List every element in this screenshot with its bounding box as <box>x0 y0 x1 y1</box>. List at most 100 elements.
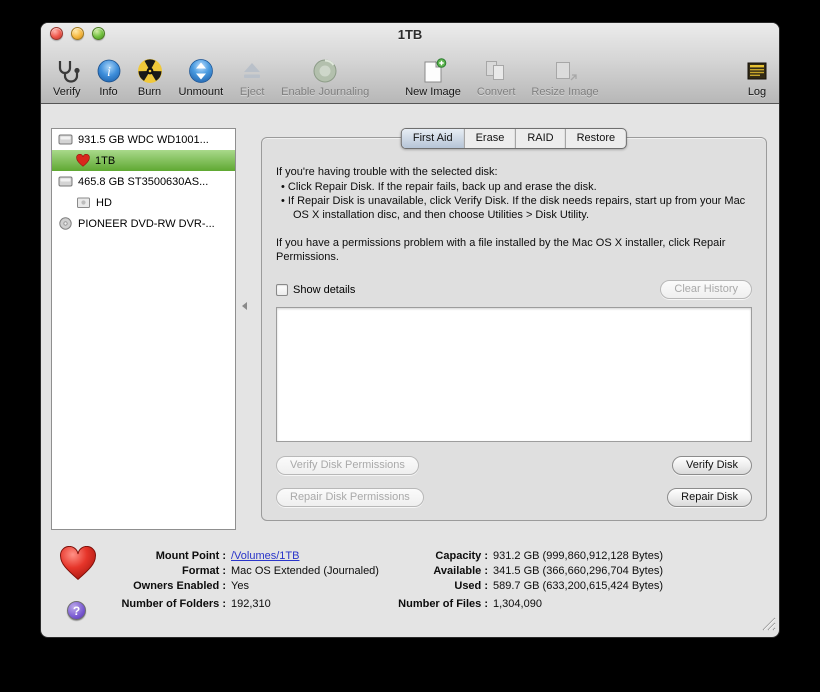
toolbar-label: Convert <box>476 86 516 98</box>
first-aid-bullets: • Click Repair Disk. If the repair fails… <box>281 180 752 222</box>
info-row: Capacity : 931.2 GB (999,860,912,128 Byt… <box>393 549 663 564</box>
resize-image-toolbar-button[interactable]: Resize Image <box>531 57 599 98</box>
info-label: Mount Point : <box>155 550 226 562</box>
enable-journaling-toolbar-button[interactable]: Enable Journaling <box>281 57 369 98</box>
new-image-toolbar-button[interactable]: New Image <box>405 57 461 98</box>
info-label: Format : <box>182 565 226 577</box>
splitter-handle[interactable] <box>242 302 247 310</box>
hard-disk-icon <box>58 175 73 188</box>
toolbar-label: Unmount <box>178 86 224 98</box>
volume-icon <box>76 196 91 209</box>
journaling-icon <box>312 57 338 85</box>
disk-label: 1TB <box>95 154 116 167</box>
volume-heart-icon-large <box>59 545 97 584</box>
info-toolbar-button[interactable]: i Info <box>97 57 121 98</box>
resize-grip[interactable] <box>762 617 776 634</box>
toolbar-label: Resize Image <box>531 86 599 98</box>
main-pane-area: First Aid Erase RAID Restore If you're h… <box>261 128 767 539</box>
toolbar-label: Burn <box>137 86 162 98</box>
resize-image-icon <box>552 57 578 85</box>
permissions-note: If you have a permissions problem with a… <box>276 237 726 263</box>
info-row: Owners Enabled : Yes <box>116 579 379 594</box>
tab-restore[interactable]: Restore <box>564 129 627 148</box>
tab-bar: First Aid Erase RAID Restore <box>400 128 628 149</box>
window-content: 931.5 GB WDC WD1001... 1TB 465.8 GB ST35… <box>41 104 779 539</box>
disk-list-item-wdc[interactable]: 931.5 GB WDC WD1001... <box>52 129 235 150</box>
mount-point-link[interactable]: /Volumes/1TB <box>231 549 299 564</box>
toolbar-label: Enable Journaling <box>281 86 370 98</box>
disk-list-item-pioneer[interactable]: PIONEER DVD-RW DVR-... <box>52 213 235 234</box>
disk-label: HD <box>96 196 112 209</box>
info-label: Used : <box>454 580 488 592</box>
stethoscope-icon <box>54 57 80 85</box>
info-row: Mount Point : /Volumes/1TB <box>116 549 379 564</box>
info-label: Capacity : <box>435 550 488 562</box>
zoom-button[interactable] <box>92 27 105 40</box>
hard-disk-icon <box>58 133 73 146</box>
repair-disk-permissions-button[interactable]: Repair Disk Permissions <box>276 488 424 507</box>
toolbar-label: New Image <box>405 86 461 98</box>
verify-toolbar-button[interactable]: Verify <box>53 57 81 98</box>
first-aid-intro: If you're having trouble with the select… <box>276 166 498 178</box>
disk-utility-window: 1TB Verify i Info Burn Unmount Eject Ena… <box>40 22 780 638</box>
titlebar[interactable]: 1TB <box>41 23 779 45</box>
log-toolbar-button[interactable]: Log <box>745 57 769 98</box>
toolbar-label: Log <box>747 86 767 98</box>
eject-toolbar-button[interactable]: Eject <box>239 57 265 98</box>
burn-toolbar-button[interactable]: Burn <box>137 57 163 98</box>
info-value: 589.7 GB (633,200,615,424 Bytes) <box>493 580 664 592</box>
toolbar-label: Eject <box>239 86 265 98</box>
close-button[interactable] <box>50 27 63 40</box>
verify-disk-permissions-button[interactable]: Verify Disk Permissions <box>276 456 419 475</box>
toolbar: Verify i Info Burn Unmount Eject Enable … <box>41 45 779 103</box>
disk-label: PIONEER DVD-RW DVR-... <box>78 217 215 230</box>
convert-icon <box>483 57 509 85</box>
info-label: Available : <box>433 565 488 577</box>
volume-info-bar: Mount Point : /Volumes/1TB Format : Mac … <box>41 539 779 637</box>
bullet-repair-disk: • Click Repair Disk. If the repair fails… <box>281 181 597 193</box>
info-row: Format : Mac OS Extended (Journaled) <box>116 564 379 579</box>
help-button[interactable]: ? <box>67 601 86 620</box>
convert-toolbar-button[interactable]: Convert <box>476 57 516 98</box>
tab-first-aid[interactable]: First Aid <box>401 129 464 148</box>
disk-list-item-hd[interactable]: HD <box>52 192 235 213</box>
show-details-checkbox[interactable] <box>276 283 288 296</box>
disk-list-item-1tb[interactable]: 1TB <box>52 150 235 171</box>
info-value: 192,310 <box>231 598 271 610</box>
disk-label: 465.8 GB ST3500630AS... <box>78 175 209 188</box>
bullet-verify-disk: • If Repair Disk is unavailable, click V… <box>281 195 746 221</box>
details-row: Show details Clear History <box>276 280 752 299</box>
tab-raid[interactable]: RAID <box>515 129 564 148</box>
info-row: Available : 341.5 GB (366,660,296,704 By… <box>393 564 663 579</box>
eject-icon <box>239 57 265 85</box>
disk-label: 931.5 GB WDC WD1001... <box>78 133 209 146</box>
history-output-area[interactable] <box>276 307 752 442</box>
info-icon: i <box>97 57 121 85</box>
verify-disk-button[interactable]: Verify Disk <box>672 456 752 475</box>
verify-row: Verify Disk Permissions Verify Disk <box>276 456 752 475</box>
show-details-label: Show details <box>293 283 356 296</box>
window-title: 1TB <box>397 26 423 42</box>
burn-icon <box>137 57 163 85</box>
clear-history-button[interactable]: Clear History <box>660 280 752 299</box>
disk-list-item-st350[interactable]: 465.8 GB ST3500630AS... <box>52 171 235 192</box>
first-aid-pane: First Aid Erase RAID Restore If you're h… <box>261 128 767 521</box>
repair-disk-button[interactable]: Repair Disk <box>667 488 752 507</box>
toolbar-label: Verify <box>53 86 81 98</box>
disk-list: 931.5 GB WDC WD1001... 1TB 465.8 GB ST35… <box>51 128 236 530</box>
info-value: 341.5 GB (366,660,296,704 Bytes) <box>493 565 664 577</box>
info-row: Used : 589.7 GB (633,200,615,424 Bytes) <box>393 579 663 594</box>
unmount-toolbar-button[interactable]: Unmount <box>178 57 224 98</box>
traffic-lights <box>50 27 105 40</box>
volume-info-left: Mount Point : /Volumes/1TB Format : Mac … <box>116 549 379 612</box>
volume-info-right: Capacity : 931.2 GB (999,860,912,128 Byt… <box>393 549 663 612</box>
info-value: Mac OS Extended (Journaled) <box>231 565 379 577</box>
minimize-button[interactable] <box>71 27 84 40</box>
optical-drive-icon <box>58 217 73 230</box>
log-icon <box>745 57 769 85</box>
info-value: Yes <box>231 580 249 592</box>
heart-volume-icon <box>76 154 90 167</box>
tab-erase[interactable]: Erase <box>463 129 516 148</box>
repair-row: Repair Disk Permissions Repair Disk <box>276 488 752 507</box>
info-label: Number of Files : <box>398 598 488 610</box>
